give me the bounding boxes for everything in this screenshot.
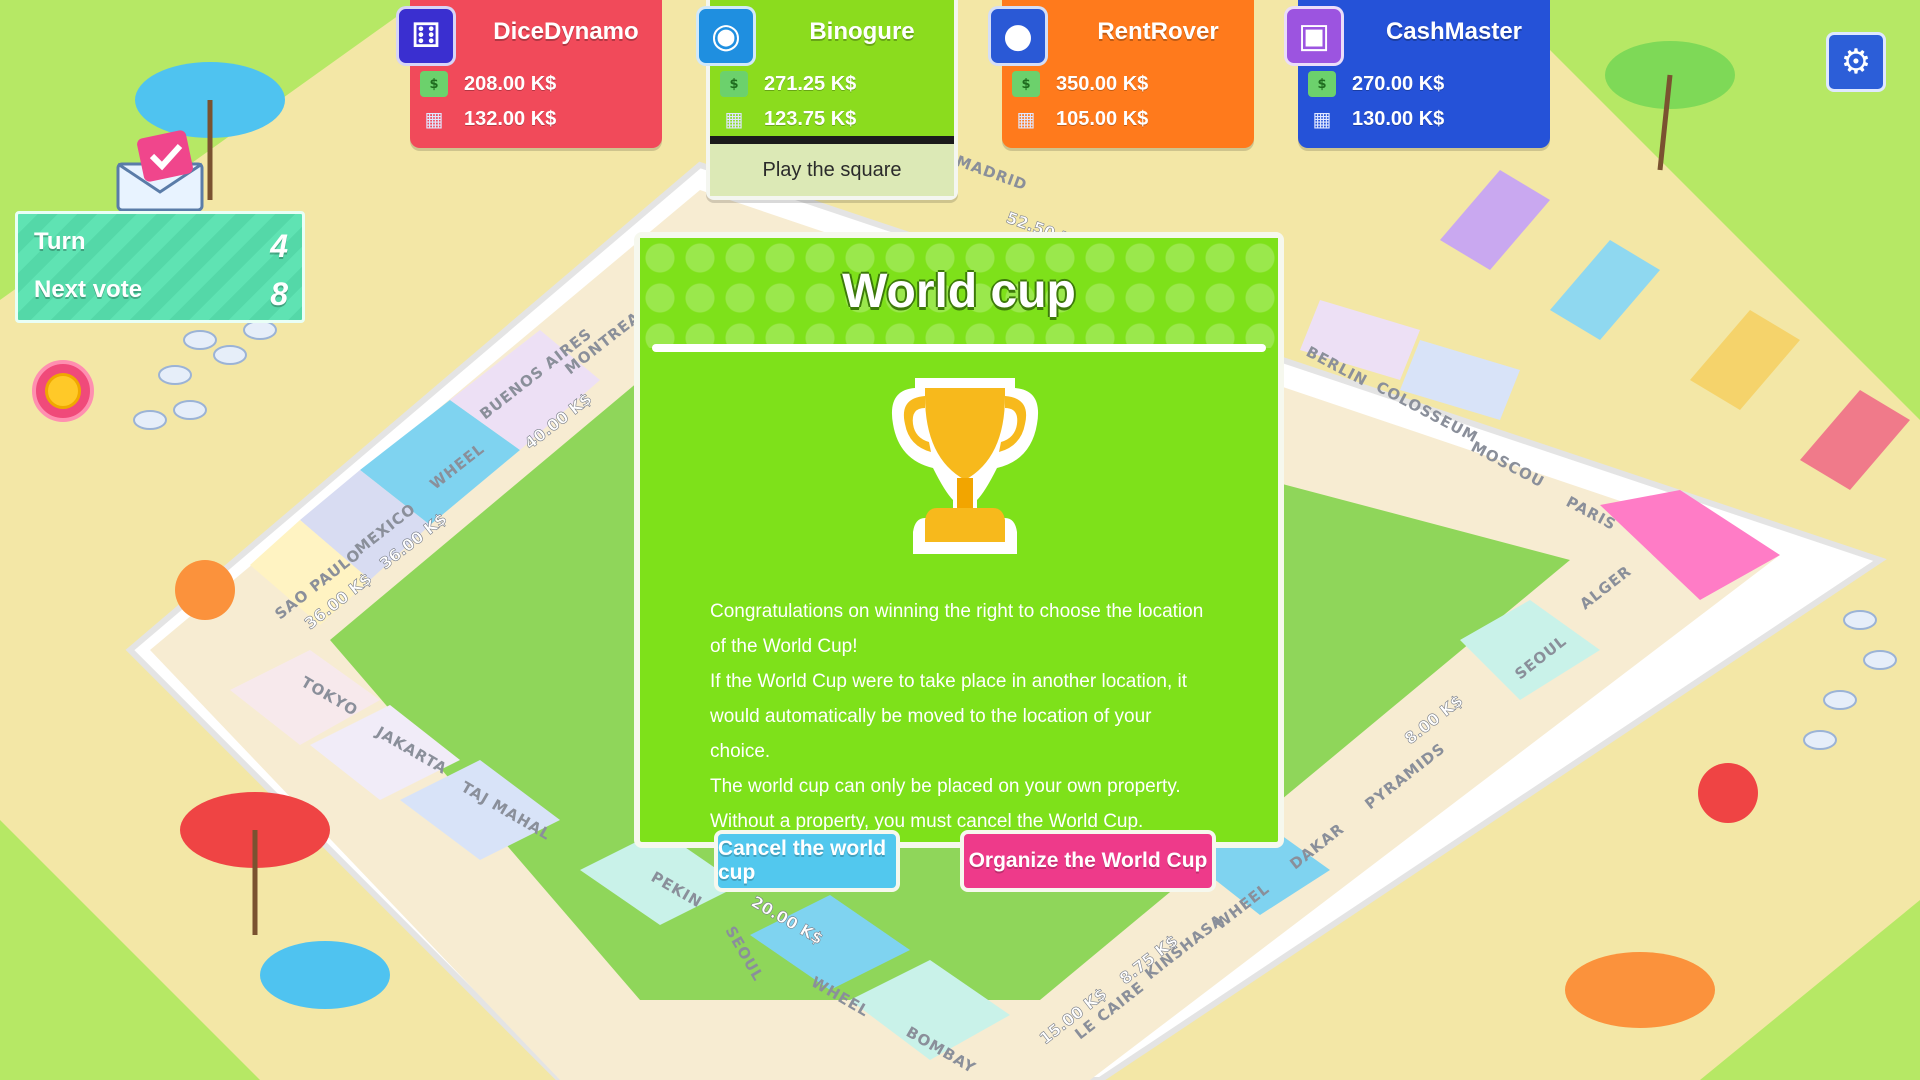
building-icon: ▦ — [1312, 107, 1332, 131]
player-cash: 271.25 K$ — [764, 72, 857, 95]
gear-icon: ⚙ — [1840, 42, 1872, 82]
dialog-paragraph: Congratulations on winning the right to … — [710, 601, 1204, 657]
joystick-icon: ◉ — [696, 6, 756, 66]
player-name: CashMaster — [1385, 18, 1523, 45]
coin-icon — [45, 373, 81, 409]
svg-text:MADRID: MADRID — [954, 152, 1030, 194]
cancel-world-cup-button[interactable]: Cancel the world cup — [714, 830, 900, 892]
dialog-divider — [652, 344, 1266, 352]
turn-row: Turn 4 — [34, 228, 288, 265]
turn-timer-bar — [710, 136, 954, 144]
player-property-row: ▦ 123.75 K$ — [720, 104, 857, 134]
player-name: Binogure — [809, 18, 915, 45]
player-property-row: ▦ 132.00 K$ — [420, 104, 557, 134]
organize-world-cup-button[interactable]: Organize the World Cup — [960, 830, 1216, 892]
player-card-cashmaster[interactable]: ▣ CashMaster $ 270.00 K$ ▦ 130.00 K$ — [1284, 0, 1550, 148]
player-property: 105.00 K$ — [1056, 107, 1149, 130]
player-property: 123.75 K$ — [764, 107, 857, 130]
cash-icon: $ — [1308, 71, 1336, 97]
player-property-row: ▦ 130.00 K$ — [1308, 104, 1445, 134]
next-vote-value: 8 — [270, 276, 288, 312]
turn-panel: Turn 4 Next vote 8 — [15, 211, 305, 323]
player-card-rentrover[interactable]: ● RentRover $ 350.00 K$ ▦ 105.00 K$ — [988, 0, 1254, 148]
dialog-paragraph: The world cup can only be placed on your… — [710, 776, 1181, 797]
player-cash-row: $ 270.00 K$ — [1308, 69, 1444, 99]
robot-icon: ▣ — [1284, 6, 1344, 66]
coin-button[interactable] — [32, 360, 94, 422]
building-icon: ▦ — [424, 107, 444, 131]
player-name: DiceDynamo — [493, 18, 639, 45]
next-vote-label: Next vote — [34, 276, 143, 303]
settings-button[interactable]: ⚙ — [1826, 32, 1886, 92]
dialog-paragraph: If the World Cup were to take place in a… — [710, 671, 1188, 762]
penguin-icon: ● — [988, 6, 1048, 66]
trophy-icon — [891, 378, 1039, 554]
player-status: Play the square — [710, 144, 954, 196]
player-name: RentRover — [1097, 18, 1219, 45]
player-property: 132.00 K$ — [464, 107, 557, 130]
building-icon: ▦ — [1016, 107, 1036, 131]
dice-icon: ⚅ — [396, 6, 456, 66]
player-cash-row: $ 271.25 K$ — [720, 69, 856, 99]
player-cash: 350.00 K$ — [1056, 72, 1149, 95]
building-icon: ▦ — [724, 107, 744, 131]
player-property-row: ▦ 105.00 K$ — [1012, 104, 1149, 134]
player-cash: 270.00 K$ — [1352, 72, 1445, 95]
turn-label: Turn — [34, 228, 86, 255]
turn-value: 4 — [270, 228, 288, 264]
dialog-title: World cup — [842, 265, 1076, 318]
cash-icon: $ — [420, 71, 448, 97]
player-card-dicedynamo[interactable]: ⚅ DiceDynamo $ 208.00 K$ ▦ 132.00 K$ — [396, 0, 662, 148]
cash-icon: $ — [720, 71, 748, 97]
player-property: 130.00 K$ — [1352, 107, 1445, 130]
world-cup-dialog: World cup Congratulations on winning the… — [634, 232, 1284, 892]
player-cash: 208.00 K$ — [464, 72, 557, 95]
player-cash-row: $ 350.00 K$ — [1012, 69, 1148, 99]
player-cash-row: $ 208.00 K$ — [420, 69, 556, 99]
dialog-message: Congratulations on winning the right to … — [710, 594, 1208, 839]
next-vote-row: Next vote 8 — [34, 276, 288, 313]
player-card-binogure[interactable]: ◉ Binogure $ 271.25 K$ ▦ 123.75 K$ Play … — [696, 0, 958, 200]
mail-vote-icon[interactable] — [112, 130, 208, 214]
cash-icon: $ — [1012, 71, 1040, 97]
